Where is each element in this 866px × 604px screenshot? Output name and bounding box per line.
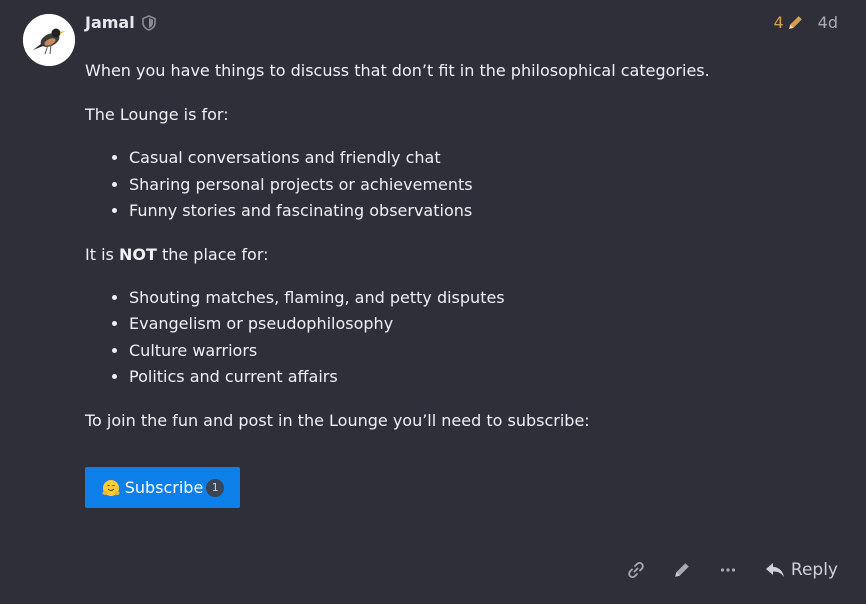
intro-text: When you have things to discuss that don… bbox=[85, 61, 710, 80]
pencil-icon bbox=[788, 16, 802, 29]
list-item: Sharing personal projects or achievement… bbox=[129, 172, 845, 199]
not-list: Shouting matches, flaming, and petty dis… bbox=[85, 285, 845, 391]
list-item: Funny stories and fascinating observatio… bbox=[129, 198, 845, 225]
post-actions: Reply bbox=[627, 560, 838, 580]
edit-history-button[interactable]: 4 bbox=[773, 13, 803, 32]
list-item: Evangelism or pseudophilosophy bbox=[129, 311, 845, 338]
more-options-button[interactable] bbox=[719, 561, 737, 579]
reply-button[interactable]: Reply bbox=[765, 560, 838, 580]
list-item: Casual conversations and friendly chat bbox=[129, 145, 845, 172]
for-list: Casual conversations and friendly chat S… bbox=[85, 145, 845, 225]
hugging-face-emoji-icon bbox=[102, 479, 120, 496]
not-suffix: the place for: bbox=[156, 244, 269, 264]
list-item: Culture warriors bbox=[129, 338, 845, 365]
subscribe-button[interactable]: Subscribe 1 bbox=[85, 467, 240, 508]
shield-icon bbox=[141, 14, 156, 31]
bird-avatar-icon bbox=[23, 14, 75, 66]
post-age[interactable]: 4d bbox=[818, 13, 838, 32]
join-text: To join the fun and post in the Lounge y… bbox=[85, 410, 590, 430]
post-meta: 4 4d bbox=[773, 13, 838, 32]
not-prefix: It is bbox=[85, 244, 119, 264]
lounge-for-text: The Lounge is for: bbox=[85, 105, 229, 124]
reply-icon bbox=[765, 563, 784, 577]
list-item: Shouting matches, flaming, and petty dis… bbox=[129, 285, 845, 312]
copy-link-button[interactable] bbox=[627, 561, 645, 579]
avatar[interactable] bbox=[23, 14, 75, 66]
reply-label: Reply bbox=[790, 560, 838, 580]
edit-count: 4 bbox=[773, 13, 784, 32]
post-body: When you have things to discuss that don… bbox=[85, 58, 845, 434]
pencil-icon bbox=[675, 563, 689, 577]
post-author[interactable]: Jamal bbox=[85, 13, 156, 32]
edit-button[interactable] bbox=[673, 561, 691, 579]
subscriber-count-badge: 1 bbox=[206, 478, 225, 497]
ellipsis-icon bbox=[720, 568, 736, 572]
link-icon bbox=[628, 562, 644, 578]
not-for-text: It is NOT the place for: bbox=[85, 242, 845, 268]
not-emphasis: NOT bbox=[118, 244, 157, 264]
author-name[interactable]: Jamal bbox=[85, 13, 135, 32]
subscribe-label: Subscribe bbox=[124, 478, 204, 497]
list-item: Politics and current affairs bbox=[129, 364, 845, 391]
